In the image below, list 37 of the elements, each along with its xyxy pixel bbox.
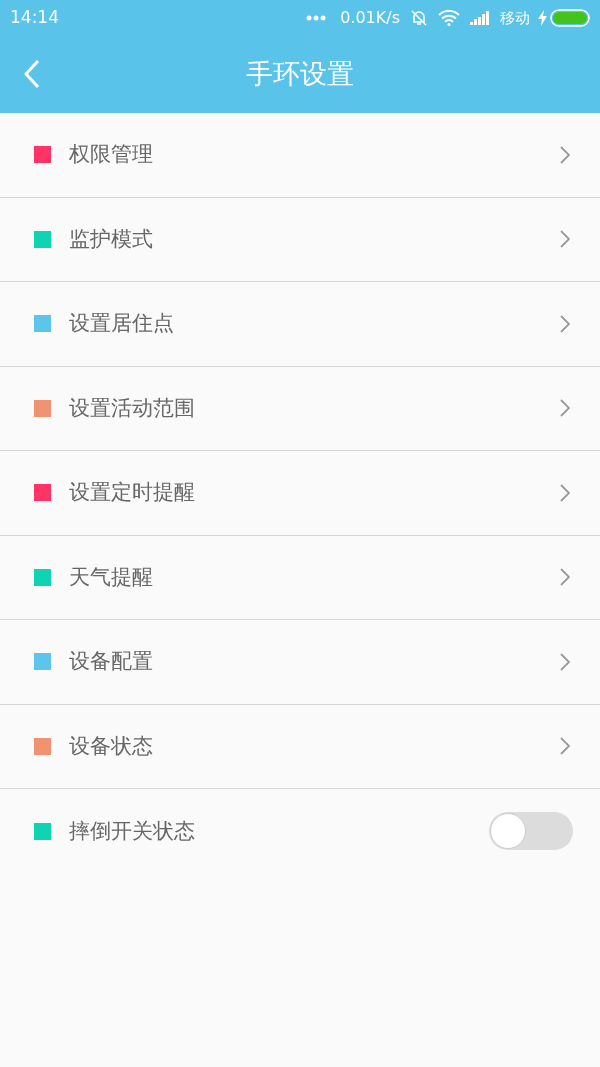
- chevron-right-icon: [560, 145, 570, 164]
- item-label: 天气提醒: [69, 563, 154, 591]
- item-label: 摔倒开关状态: [69, 817, 196, 845]
- settings-item[interactable]: 设备状态: [0, 704, 600, 789]
- chevron-right-icon: [560, 652, 570, 671]
- settings-item[interactable]: 监护模式: [0, 197, 600, 282]
- chevron-right-icon: [560, 399, 570, 418]
- chevron-right-icon: [560, 230, 570, 249]
- item-label: 设备配置: [69, 648, 154, 675]
- carrier-name: 移动: [500, 7, 530, 29]
- status-time: 14:14: [10, 6, 59, 30]
- settings-item[interactable]: 设备配置: [0, 620, 600, 705]
- settings-item[interactable]: 设置定时提醒: [0, 451, 600, 536]
- wifi-icon: [438, 10, 460, 26]
- page-title: 手环设置: [246, 57, 354, 92]
- chevron-right-icon: [560, 314, 570, 333]
- item-label: 设置定时提醒: [69, 479, 196, 506]
- chevron-right-icon: [560, 483, 570, 502]
- network-speed: 0.01K/s: [340, 7, 400, 29]
- chevron-right-icon: [560, 568, 570, 587]
- toggle-switch[interactable]: [489, 812, 573, 851]
- signal-icon: [470, 11, 490, 25]
- muted-bell-icon: [410, 9, 428, 27]
- item-label: 设备状态: [69, 732, 154, 760]
- settings-item[interactable]: 权限管理: [0, 113, 600, 198]
- more-dots-icon: [306, 15, 327, 21]
- back-icon: [24, 59, 40, 89]
- settings-item[interactable]: 天气提醒: [0, 535, 600, 620]
- settings-item[interactable]: 设置活动范围: [0, 366, 600, 451]
- item-label: 设置活动范围: [69, 394, 196, 422]
- item-label: 设置居住点: [69, 310, 175, 337]
- settings-item[interactable]: 设置居住点: [0, 282, 600, 367]
- item-label: 权限管理: [69, 141, 154, 168]
- item-label: 监护模式: [69, 225, 154, 253]
- chevron-right-icon: [560, 737, 570, 756]
- charging-bolt-icon: [538, 10, 547, 26]
- battery-icon: [550, 9, 590, 27]
